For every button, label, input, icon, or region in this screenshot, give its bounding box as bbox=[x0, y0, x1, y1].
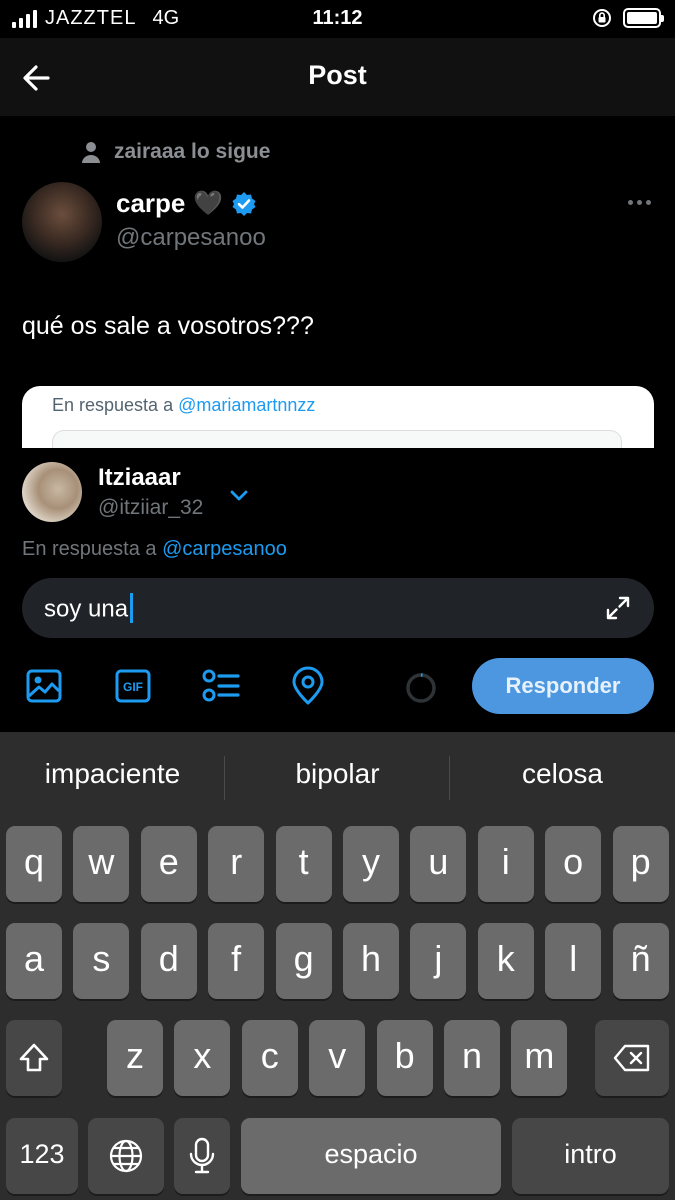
author-handle: @carpesanoo bbox=[116, 224, 266, 251]
account-handle: @itziiar_32 bbox=[98, 496, 204, 519]
social-context: zairaaa lo sigue bbox=[80, 140, 270, 164]
key-n[interactable]: n bbox=[444, 1020, 500, 1096]
key-o[interactable]: o bbox=[545, 826, 602, 902]
reply-composer: Itziaaar @itziiar_32 En respuesta a @car… bbox=[0, 448, 675, 732]
reply-input-value: soy una bbox=[44, 595, 129, 623]
author-name-row[interactable]: carpe 🖤 bbox=[116, 188, 257, 219]
dictation-key[interactable] bbox=[174, 1118, 230, 1194]
key-t[interactable]: t bbox=[275, 826, 332, 902]
expand-icon[interactable] bbox=[604, 594, 632, 622]
keyboard: impaciente bipolar celosa 123 espacio in… bbox=[0, 732, 675, 1200]
person-icon bbox=[82, 142, 100, 163]
key-d[interactable]: d bbox=[140, 923, 197, 999]
key-a[interactable]: a bbox=[6, 923, 62, 999]
author-emoji: 🖤 bbox=[193, 190, 224, 217]
key-f[interactable]: f bbox=[208, 923, 265, 999]
key-v[interactable]: v bbox=[309, 1020, 366, 1096]
poll-icon[interactable] bbox=[200, 666, 240, 706]
tweet-media[interactable]: En respuesta a @mariamartnnzz bbox=[22, 386, 654, 448]
gif-icon[interactable]: GIF bbox=[113, 666, 153, 706]
social-context-text: zairaaa lo sigue bbox=[114, 140, 271, 163]
key-k[interactable]: k bbox=[477, 923, 534, 999]
space-key[interactable]: espacio bbox=[241, 1118, 501, 1194]
avatar[interactable] bbox=[22, 462, 82, 522]
key-i[interactable]: i bbox=[477, 826, 534, 902]
key-c[interactable]: c bbox=[241, 1020, 298, 1096]
suggestion-item[interactable]: impaciente bbox=[0, 758, 225, 790]
status-time: 11:12 bbox=[312, 7, 363, 29]
battery-icon bbox=[623, 8, 664, 28]
delete-key[interactable] bbox=[595, 1020, 669, 1096]
key-l[interactable]: l bbox=[545, 923, 602, 999]
globe-key[interactable] bbox=[88, 1118, 164, 1194]
key-m[interactable]: m bbox=[511, 1020, 568, 1096]
verified-badge-icon bbox=[232, 191, 256, 216]
chevron-down-icon[interactable] bbox=[226, 482, 252, 508]
top-bar: Post bbox=[0, 38, 675, 116]
globe-icon bbox=[109, 1139, 143, 1173]
suggestion-bar: impaciente bipolar celosa bbox=[0, 732, 675, 822]
key-e[interactable]: e bbox=[140, 826, 197, 902]
key-w[interactable]: w bbox=[73, 826, 130, 902]
key-ñ[interactable]: ñ bbox=[612, 923, 669, 999]
svg-text:GIF: GIF bbox=[123, 680, 143, 694]
tweet-text: qué os sale a vosotros??? bbox=[22, 312, 314, 340]
reply-input[interactable]: soy una bbox=[22, 578, 654, 638]
key-p[interactable]: p bbox=[612, 826, 669, 902]
orientation-lock-icon bbox=[593, 9, 611, 27]
tweet[interactable]: zairaaa lo sigue carpe 🖤 @carpesanoo qué… bbox=[0, 116, 675, 448]
composer-toolbar: GIF Responder bbox=[0, 656, 675, 716]
backspace-icon bbox=[613, 1044, 650, 1072]
suggestion-item[interactable]: bipolar bbox=[225, 758, 450, 790]
character-count-icon bbox=[406, 673, 436, 703]
key-g[interactable]: g bbox=[275, 923, 332, 999]
suggestion-item[interactable]: celosa bbox=[450, 758, 675, 790]
key-r[interactable]: r bbox=[208, 826, 265, 902]
shift-icon bbox=[19, 1043, 49, 1072]
reply-button[interactable]: Responder bbox=[472, 658, 654, 714]
key-z[interactable]: z bbox=[107, 1020, 163, 1096]
shift-key[interactable] bbox=[6, 1020, 62, 1096]
media-input-preview bbox=[52, 430, 622, 448]
image-icon[interactable] bbox=[24, 666, 64, 706]
key-h[interactable]: h bbox=[343, 923, 399, 999]
key-j[interactable]: j bbox=[410, 923, 467, 999]
more-options-icon[interactable] bbox=[628, 200, 651, 205]
key-u[interactable]: u bbox=[410, 826, 467, 902]
location-icon[interactable] bbox=[288, 666, 328, 706]
return-key[interactable]: intro bbox=[512, 1118, 669, 1194]
key-b[interactable]: b bbox=[376, 1020, 433, 1096]
avatar[interactable] bbox=[22, 182, 102, 262]
replying-to-handle[interactable]: @carpesanoo bbox=[162, 538, 287, 560]
media-reply-text: En respuesta a @mariamartnnzz bbox=[52, 395, 316, 415]
numbers-key[interactable]: 123 bbox=[6, 1118, 78, 1194]
page-title: Post bbox=[308, 60, 367, 90]
key-s[interactable]: s bbox=[73, 923, 130, 999]
text-cursor bbox=[130, 593, 134, 623]
microphone-icon bbox=[189, 1137, 215, 1174]
key-q[interactable]: q bbox=[6, 826, 62, 902]
status-bar: JAZZTEL 4G 11:12 bbox=[0, 0, 675, 38]
account-name: Itziaaar bbox=[98, 464, 181, 491]
author-name: carpe bbox=[116, 188, 186, 218]
replying-to: En respuesta a @carpesanoo bbox=[22, 538, 287, 560]
key-y[interactable]: y bbox=[343, 826, 399, 902]
key-x[interactable]: x bbox=[174, 1020, 231, 1096]
